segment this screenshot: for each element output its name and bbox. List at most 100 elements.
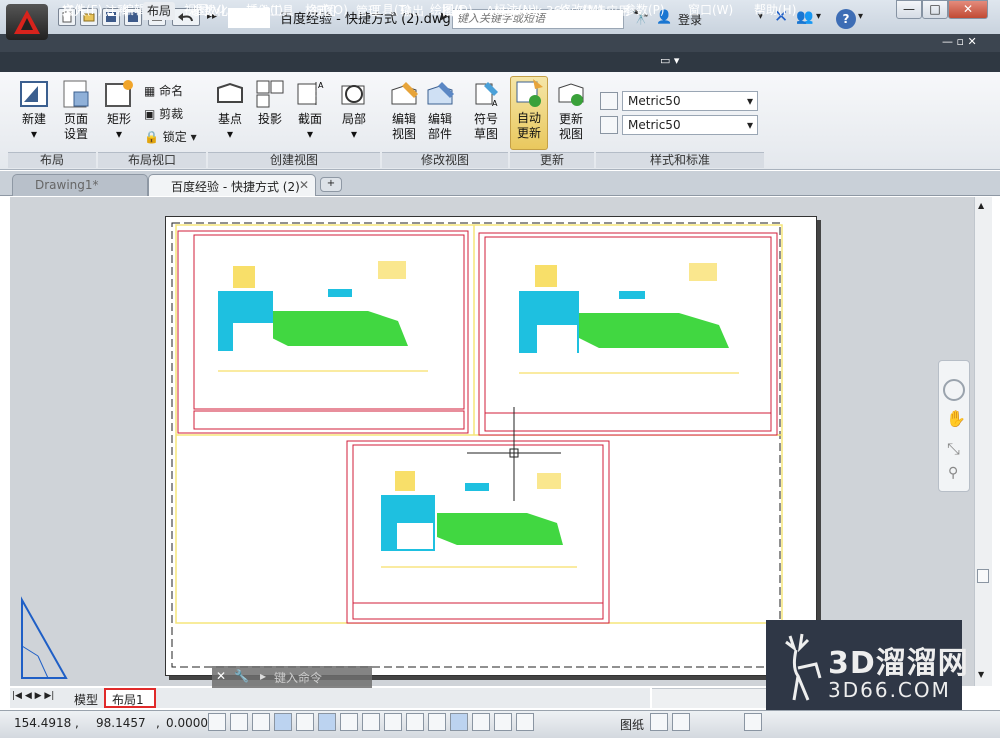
application-menu-button[interactable] <box>6 4 48 40</box>
tab-featured-apps[interactable]: 精选应用 <box>578 2 634 20</box>
transparency-icon[interactable] <box>450 713 468 731</box>
edit-component-button[interactable]: 编辑 部件 <box>422 78 458 142</box>
symbol-sketch-button[interactable]: A 符号 草图 <box>468 78 504 142</box>
new-tab-icon[interactable]: + <box>320 177 342 192</box>
navigation-bar: ✋ ⤡ ⚲ <box>938 360 970 492</box>
3d-osnap-icon[interactable] <box>340 713 358 731</box>
tab-view[interactable]: 视图 <box>308 2 340 20</box>
menu-help[interactable]: 帮助(H) <box>754 1 796 18</box>
panel-title-styles: 样式和标准 <box>596 152 764 168</box>
edit-view-button[interactable]: 编辑 视图 <box>386 78 422 142</box>
zoom-icon[interactable]: ⚲ <box>948 465 958 481</box>
help-dropdown-icon[interactable]: ▾ <box>816 11 821 22</box>
maximize-viewport-icon[interactable] <box>744 713 762 731</box>
scroll-up-icon[interactable]: ▲ <box>978 201 984 210</box>
horizontal-scrollbar[interactable] <box>652 688 766 708</box>
annotation-monitor-icon[interactable] <box>516 713 534 731</box>
polar-icon[interactable] <box>296 713 314 731</box>
selection-cycling-icon[interactable] <box>494 713 512 731</box>
section-style-combo[interactable]: Metric50 ▾ <box>622 91 758 111</box>
symbol-sketch-label-1: 符号 <box>473 112 498 126</box>
restore-button[interactable]: □ <box>922 0 948 19</box>
tab-parametric[interactable]: 参数化 <box>188 2 232 20</box>
vertical-scrollbar[interactable]: ▲ ▼ <box>974 197 992 686</box>
page-setup-button[interactable]: 页面 设置 <box>58 78 94 142</box>
detail-view-button[interactable]: 局部 ▾ <box>334 78 374 142</box>
coord-y: 98.1457 <box>96 716 146 730</box>
doc-tab-current[interactable]: 百度经验 - 快捷方式 (2) ✕ <box>148 174 316 196</box>
coord-z: 0.0000 <box>166 716 208 730</box>
rect-viewport-label: 矩形 <box>106 112 131 126</box>
pan-hand-icon[interactable]: ✋ <box>946 409 966 428</box>
osnap-icon[interactable] <box>318 713 336 731</box>
edit-component-icon <box>424 78 456 110</box>
watermark-url: 3D66.COM <box>828 678 951 702</box>
watermark-brand: 3D溜溜网 <box>828 646 969 681</box>
paper-space-label[interactable]: 图纸 <box>620 716 644 733</box>
edit-component-label-2: 部件 <box>427 127 452 141</box>
auto-update-icon <box>513 77 545 109</box>
tab-output[interactable]: 输出 <box>396 2 428 20</box>
ribbon-minimize-icon[interactable]: ▭ ▾ <box>660 54 679 67</box>
tab-plugins[interactable]: 插件 <box>438 2 470 20</box>
rect-viewport-button[interactable]: 矩形 ▾ <box>102 78 136 142</box>
base-view-button[interactable]: 基点 ▾ <box>212 78 248 142</box>
quick-view-drawings-icon[interactable] <box>672 713 690 731</box>
dyn-icon[interactable] <box>406 713 424 731</box>
clip-viewport-button[interactable]: ▣ 剪裁 <box>144 105 183 122</box>
tab-manage[interactable]: 管理 <box>352 2 384 20</box>
name-viewport-button[interactable]: ▦ 命名 <box>144 82 183 99</box>
command-line[interactable]: ✕ 🔧 ▸ 键入命令 <box>212 666 372 688</box>
close-tab-icon[interactable]: ✕ <box>299 178 309 192</box>
grid-icon[interactable] <box>252 713 270 731</box>
menu-window[interactable]: 窗口(W) <box>688 1 733 18</box>
ducs-icon[interactable] <box>384 713 402 731</box>
help-network-icon[interactable]: 👥 <box>796 9 813 25</box>
section-view-icon: A <box>294 78 326 110</box>
infer-constraints-icon[interactable] <box>208 713 226 731</box>
tab-annotate[interactable]: 注释 <box>101 2 133 20</box>
detail-style-icon[interactable] <box>600 116 618 134</box>
tab-layout[interactable]: 布局 <box>143 2 176 20</box>
auto-update-button[interactable]: 自动 更新 <box>510 76 548 150</box>
section-style-icon[interactable] <box>600 92 618 110</box>
wrench-icon[interactable]: 🔧 <box>234 669 249 683</box>
otrack-icon[interactable] <box>362 713 380 731</box>
lock-viewport-button[interactable]: 🔒 锁定 ▾ <box>144 128 197 145</box>
new-layout-button[interactable]: 新建 ▾ <box>12 78 56 142</box>
tab-layout1[interactable]: 布局1 <box>104 688 156 708</box>
zoom-extents-icon[interactable]: ⤡ <box>947 439 960 459</box>
name-icon: ▦ <box>144 84 156 98</box>
detail-style-combo[interactable]: Metric50 ▾ <box>622 115 758 135</box>
steering-wheel-icon[interactable] <box>943 379 965 401</box>
update-view-button[interactable]: 更新 视图 <box>552 78 590 142</box>
status-bar: 154.4918 , 98.1457 , 0.0000 图纸 <box>0 710 1000 738</box>
tab-insert[interactable]: 插入 <box>58 2 90 20</box>
tab-autodesk-360[interactable]: Autodesk 360 <box>482 2 573 20</box>
ortho-icon[interactable] <box>274 713 292 731</box>
edit-view-icon <box>388 78 420 110</box>
snap-icon[interactable] <box>230 713 248 731</box>
scroll-down-icon[interactable]: ▼ <box>978 670 984 679</box>
scroll-thumb[interactable] <box>977 569 989 583</box>
tab-model[interactable]: 模型 <box>74 691 98 708</box>
auto-update-label-2: 更新 <box>516 126 541 140</box>
tab-3d-tools[interactable]: 三维工具 <box>242 2 298 20</box>
quick-view-layouts-icon[interactable] <box>650 713 668 731</box>
help-arrow-icon[interactable]: ▾ <box>858 11 863 22</box>
autocad-logo-icon <box>14 10 40 34</box>
minimize-button[interactable]: — <box>896 0 922 19</box>
lineweight-icon[interactable] <box>428 713 446 731</box>
quick-props-icon[interactable] <box>472 713 490 731</box>
help-icon[interactable]: ? <box>836 9 856 29</box>
detail-view-icon <box>338 78 370 110</box>
projected-view-button[interactable]: 投影 <box>252 78 288 127</box>
layout-nav-icons[interactable]: |◀ ◀ ▶ ▶| <box>12 691 54 701</box>
close-command-icon[interactable]: ✕ <box>216 669 226 683</box>
section-view-button[interactable]: A 截面 ▾ <box>292 78 328 142</box>
projected-view-icon <box>254 78 286 110</box>
close-button[interactable]: ✕ <box>948 0 988 19</box>
doc-window-controls[interactable]: — ▫ ✕ <box>942 35 977 48</box>
deer-logo-icon <box>785 633 822 701</box>
doc-tab-drawing1[interactable]: Drawing1* <box>12 174 148 196</box>
